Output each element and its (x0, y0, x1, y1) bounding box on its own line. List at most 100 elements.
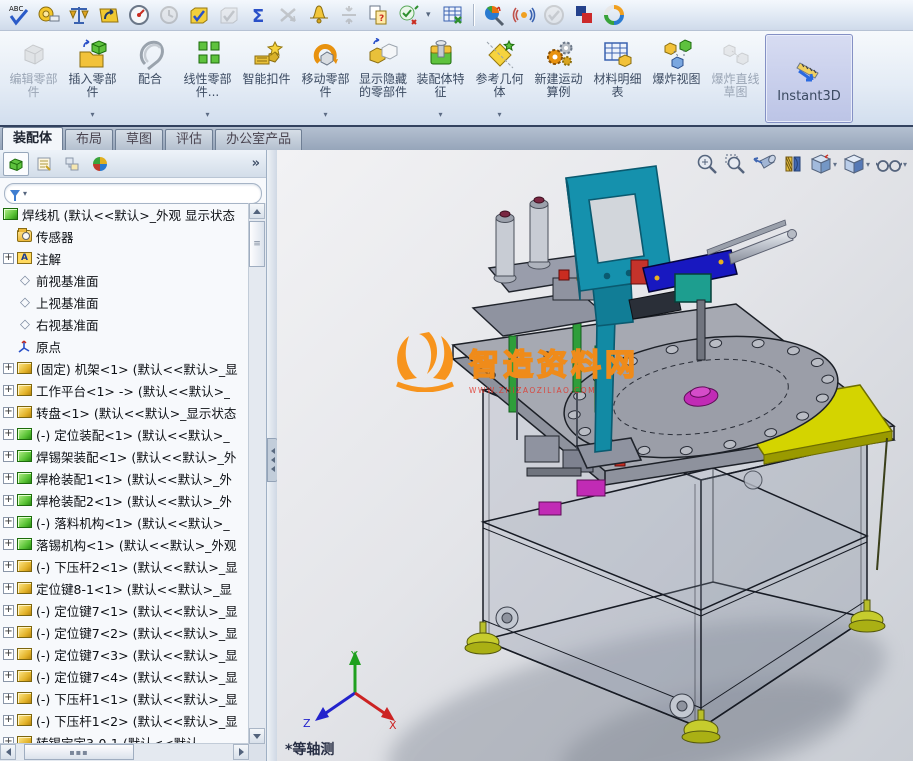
tree-item[interactable]: + (-) 定位键7<4> (默认<<默认>_显 (0, 665, 249, 687)
expander-icon[interactable]: + (3, 692, 14, 704)
tab-assembly[interactable]: 装配体 (2, 127, 64, 150)
equations-icon[interactable]: Σ (246, 2, 272, 28)
scroll-thumb[interactable]: ▪▪▪ (24, 744, 134, 760)
tree-item[interactable]: + (-) 定位装配<1> (默认<<默认>_ (0, 423, 249, 445)
expander-icon[interactable]: + (3, 648, 14, 660)
tree-item[interactable]: + (-) 定位键7<2> (默认<<默认>_显 (0, 621, 249, 643)
design-table-icon[interactable] (440, 2, 466, 28)
simulation-advisor-icon[interactable] (511, 2, 537, 28)
zoom-to-area-icon[interactable] (724, 153, 746, 175)
tab-office-products[interactable]: 办公室产品 (215, 129, 303, 150)
tab-sketch[interactable]: 草图 (115, 129, 164, 150)
scroll-down-button[interactable] (249, 728, 265, 744)
expander-icon[interactable]: + (3, 362, 14, 374)
smart-fasteners-button[interactable]: 智能扣件 (237, 34, 296, 123)
scroll-right-button[interactable] (233, 744, 249, 760)
new-motion-study-button[interactable]: 新建运动算例 (529, 34, 588, 123)
expander-icon[interactable]: + (3, 604, 14, 616)
hide-show-items-icon[interactable]: ▾ (875, 153, 907, 175)
property-manager-tab[interactable] (31, 152, 57, 176)
expander-icon[interactable]: + (3, 560, 14, 572)
tree-item[interactable]: + (固定) 机架<1> (默认<<默认>_显 (0, 357, 249, 379)
expander-icon[interactable]: + (3, 406, 14, 418)
tab-evaluate[interactable]: 评估 (165, 129, 214, 150)
mate-button[interactable]: 配合 (122, 34, 178, 123)
tree-item[interactable]: 原点 (0, 335, 249, 357)
tree-item[interactable]: + 焊枪装配2<1> (默认<<默认>_外 (0, 489, 249, 511)
graphics-area[interactable]: 智造资料网 WWW.ZHIZAOZILIAO.COM ▾ ▾ ▾ Y Z X *… (277, 150, 913, 761)
tree-item[interactable]: ◇ 前视基准面 (0, 269, 249, 291)
edit-component-button[interactable]: 编辑零部件 (4, 34, 63, 123)
tree-item[interactable]: + (-) 下压杆1<1> (默认<<默认>_显 (0, 687, 249, 709)
move-component-button[interactable]: 移动零部件 ▾ (296, 34, 355, 123)
instant3d-button[interactable]: Instant3D (765, 34, 853, 123)
verification-off-icon[interactable] (216, 2, 242, 28)
tree-item[interactable]: + A 注解 (0, 247, 249, 269)
expander-icon[interactable]: + (3, 714, 14, 726)
display-style-icon[interactable]: ▾ (843, 153, 870, 175)
scroll-thumb[interactable]: ≡ (249, 221, 265, 267)
feature-tree-tab[interactable] (3, 151, 29, 176)
check-disabled-icon[interactable] (541, 2, 567, 28)
scroll-up-button[interactable] (249, 203, 265, 219)
configuration-manager-tab[interactable] (59, 152, 85, 176)
reminder-bell-icon[interactable] (306, 2, 332, 28)
check-in-out-icon[interactable] (396, 2, 422, 28)
tree-root[interactable]: 焊线机 (默认<<默认>_外观 显示状态 (0, 203, 249, 225)
performance-evaluation-icon[interactable] (126, 2, 152, 28)
sketch-relations-icon[interactable] (276, 2, 302, 28)
expander-icon[interactable]: + (3, 538, 14, 550)
scroll-left-button[interactable] (0, 744, 16, 760)
tree-item[interactable]: + 焊枪装配1<1> (默认<<默认>_外 (0, 467, 249, 489)
verification-on-icon[interactable] (186, 2, 212, 28)
expander-icon[interactable]: + (3, 428, 14, 440)
expander-icon[interactable]: + (3, 384, 14, 396)
tree-item[interactable]: + 焊锡架装配<1> (默认<<默认>_外 (0, 445, 249, 467)
compare-geometry-icon[interactable] (336, 2, 362, 28)
toolbar-dropdown-caret[interactable]: ▾ (426, 10, 436, 20)
previous-view-icon[interactable] (752, 153, 776, 175)
exploded-view-button[interactable]: 爆炸视图 (647, 34, 706, 123)
zoom-to-fit-icon[interactable] (696, 153, 718, 175)
show-hidden-components-button[interactable]: 显示隐藏的零部件 (355, 34, 411, 123)
tree-item[interactable]: + 转盘<1> (默认<<默认>_显示状态 (0, 401, 249, 423)
compare-documents-icon[interactable]: ? (366, 2, 392, 28)
tree-item[interactable]: + (-) 定位键7<1> (默认<<默认>_显 (0, 599, 249, 621)
tree-item[interactable]: + (-) 下压杆1<2> (默认<<默认>_显 (0, 709, 249, 731)
tree-item[interactable]: + 工作平台<1> -> (默认<<默认>_ (0, 379, 249, 401)
move-entities-icon[interactable] (96, 2, 122, 28)
linear-pattern-button[interactable]: 线性零部件... ▾ (178, 34, 237, 123)
tree-horizontal-scrollbar[interactable]: ▪▪▪ (0, 743, 249, 761)
assembly-features-button[interactable]: 装配体特征 ▾ (411, 34, 470, 123)
reference-geometry-button[interactable]: 参考几何体 ▾ (470, 34, 529, 123)
view-orientation-icon[interactable]: ▾ (810, 153, 837, 175)
panel-overflow-chevrons[interactable]: » (252, 156, 260, 171)
expander-icon[interactable]: + (3, 626, 14, 638)
measure-icon[interactable] (36, 2, 62, 28)
filter-caret-icon[interactable]: ▾ (23, 189, 27, 198)
explode-line-sketch-button[interactable]: 爆炸直线草图 (706, 34, 765, 123)
expander-icon[interactable]: + (3, 670, 14, 682)
tree-item[interactable]: ◇ 上视基准面 (0, 291, 249, 313)
insert-component-button[interactable]: 插入零部件 ▾ (63, 34, 122, 123)
bill-of-materials-button[interactable]: 材料明细表 (588, 34, 647, 123)
expander-icon[interactable]: + (3, 516, 14, 528)
tree-item[interactable]: + (-) 落料机构<1> (默认<<默认>_ (0, 511, 249, 533)
tab-layout[interactable]: 布局 (65, 129, 114, 150)
expander-icon[interactable]: + (3, 472, 14, 484)
tree-vertical-scrollbar[interactable]: ≡ (248, 203, 266, 744)
circular-review-icon[interactable] (601, 2, 627, 28)
tree-item[interactable]: ◇ 右视基准面 (0, 313, 249, 335)
expander-icon[interactable]: + (3, 494, 14, 506)
mass-properties-icon[interactable] (66, 2, 92, 28)
tree-item[interactable]: 传感器 (0, 225, 249, 247)
tree-item[interactable]: + 定位键8-1<1> (默认<<默认>_显 (0, 577, 249, 599)
tree-item[interactable]: + (-) 定位键7<3> (默认<<默认>_显 (0, 643, 249, 665)
tree-item[interactable]: + (-) 下压杆2<1> (默认<<默认>_显 (0, 555, 249, 577)
display-manager-tab[interactable] (87, 152, 113, 176)
expander-icon[interactable]: + (3, 450, 14, 462)
spell-check-icon[interactable]: ABC (6, 2, 32, 28)
render-preview-icon[interactable] (481, 2, 507, 28)
assembly-visualization-icon[interactable] (156, 2, 182, 28)
expander-icon[interactable]: + (3, 252, 14, 264)
